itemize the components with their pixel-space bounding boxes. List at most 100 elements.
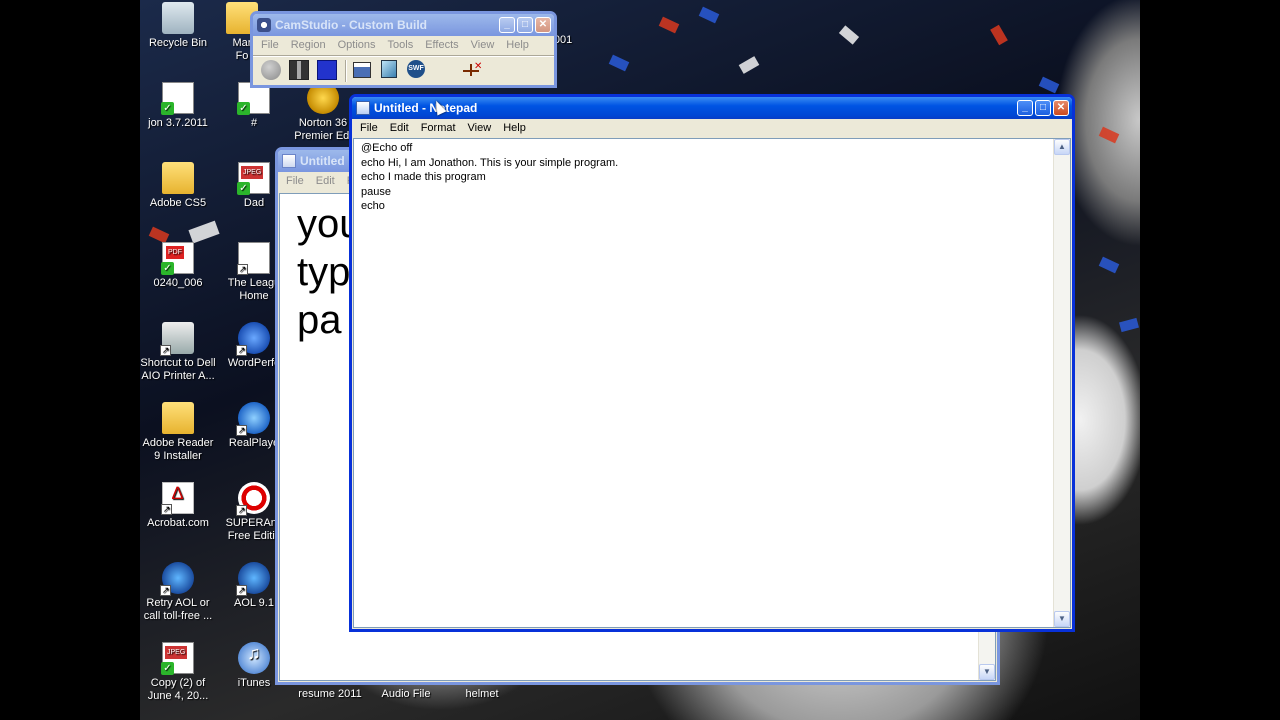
document-icon: ✓ [161,82,194,115]
desktop-icon-label: # [250,117,258,129]
text-line: pause [361,185,391,198]
printer-icon: ↗ [160,322,194,356]
folder-icon [162,162,194,194]
desktop-icon-norton[interactable]: Norton 36 Premier Edi [290,82,356,143]
recycle-bin-icon [162,2,194,34]
desktop-icon-dell-printer[interactable]: ↗ Shortcut to Dell AIO Printer A... [140,322,220,383]
notepad-window[interactable]: Untitled - Notepad _ □ ✕ File Edit Forma… [349,94,1075,632]
menu-help[interactable]: Help [497,119,532,138]
menu-file[interactable]: File [354,119,384,138]
scroll-down-icon[interactable]: ▼ [1054,611,1070,627]
menu-edit[interactable]: Edit [384,119,415,138]
confetti [148,226,170,244]
desktop-icon-audio-file[interactable]: Audio File [364,688,448,701]
menu-region[interactable]: Region [285,36,332,55]
camstudio-titlebar[interactable]: CamStudio - Custom Build _ □ ✕ [253,14,554,36]
maximize-icon[interactable]: □ [1035,100,1051,116]
desktop-icon-label: Recycle Bin [148,37,208,49]
desktop-icon-retry-aol[interactable]: ↗ Retry AOL or call toll-free ... [140,562,220,623]
acrobat-icon: ↗ [161,482,194,515]
notepad-titlebar[interactable]: Untitled - Notepad _ □ ✕ [352,97,1072,119]
confetti [1038,76,1060,94]
record-icon[interactable] [261,60,283,82]
desktop-icon-adobe-cs5[interactable]: Adobe CS5 [140,162,220,210]
camstudio-icon [257,18,271,32]
minimize-icon[interactable]: _ [499,17,515,33]
confetti [738,56,760,74]
notepad-content: @Echo off echo Hi, I am Jonathon. This i… [361,141,618,214]
jpeg-icon: ✓ [237,162,270,195]
menu-edit[interactable]: Edit [310,172,341,191]
aol-icon: ↗ [236,562,270,596]
region-icon[interactable] [353,60,375,82]
desktop-icon-acrobat[interactable]: ↗ Acrobat.com [140,482,220,530]
desktop-icon-label: Audio File [381,688,431,700]
desktop-icon-label: Acrobat.com [147,517,209,529]
stop-icon[interactable] [317,60,339,82]
notepad-text-area[interactable]: @Echo off echo Hi, I am Jonathon. This i… [353,138,1071,628]
desktop-icon-helmet[interactable]: helmet [440,688,524,701]
menu-view[interactable]: View [462,119,498,138]
confetti [658,16,680,34]
confetti [1119,317,1139,333]
menu-tools[interactable]: Tools [382,36,420,55]
window-title: Untitled - Notepad [374,101,478,115]
desktop-icon-label: helmet [465,688,499,700]
close-icon[interactable]: ✕ [1053,100,1069,116]
document-icon: ↗ [237,242,270,275]
confetti [838,25,860,45]
camstudio-window[interactable]: CamStudio - Custom Build _ □ ✕ File Regi… [250,11,557,88]
confetti [1098,256,1120,274]
notepad-menubar: File Edit Format View Help [352,119,1072,138]
annotation-icon[interactable] [381,60,403,82]
confetti [608,54,630,72]
vertical-scrollbar[interactable]: ▲ ▼ [1053,139,1070,627]
menu-effects[interactable]: Effects [419,36,464,55]
desktop-icon-label: 0240_006 [153,277,203,289]
confetti [1098,126,1120,144]
pdf-icon: ✓ [161,242,194,275]
notepad-icon [356,101,370,115]
text-line: @Echo off [361,142,413,154]
desktop-icon-resume[interactable]: resume 2011 [288,688,372,701]
menu-file[interactable]: File [255,36,285,55]
desktop-icon-copy-june[interactable]: ✓ Copy (2) of June 4, 20... [140,642,220,703]
swf-icon[interactable]: SWF [407,60,429,82]
menu-options[interactable]: Options [332,36,382,55]
text-line: echo I made this program [361,171,486,184]
desktop-icon-recycle-bin[interactable]: Recycle Bin [140,2,220,50]
desktop-icon-hash[interactable]: ✓ # [212,82,296,130]
notepad-icon [282,154,296,168]
menu-view[interactable]: View [465,36,501,55]
menu-help[interactable]: Help [500,36,535,55]
desktop-icon-0240-006[interactable]: ✓ 0240_006 [140,242,220,290]
maximize-icon[interactable]: □ [517,17,533,33]
desktop-icon-label: Norton 36 Premier Edi [294,117,352,142]
menu-format[interactable]: Format [415,119,462,138]
window-title: Untitled [300,154,345,168]
settings-icon[interactable]: ✕ [461,60,483,82]
text-line: echo Hi, I am Jonathon. This is your sim… [361,156,619,169]
scroll-down-icon[interactable]: ▼ [979,664,995,680]
desktop-icon-label: Copy (2) of June 4, 20... [147,677,209,702]
window-title: CamStudio - Custom Build [275,18,427,32]
wordperfect-icon: ↗ [236,322,270,356]
aol-icon: ↗ [160,562,194,596]
itunes-icon [238,642,270,674]
scroll-up-icon[interactable]: ▲ [1054,139,1070,155]
realplayer-icon: ↗ [236,402,270,436]
desktop-icon-label: resume 2011 [298,688,362,700]
camstudio-menubar: File Region Options Tools Effects View H… [253,36,554,55]
close-icon[interactable]: ✕ [535,17,551,33]
jpeg-icon: ✓ [161,642,194,675]
text-line: echo [361,200,385,213]
desktop-icon-jon-doc[interactable]: ✓ jon 3.7.2011 [140,82,220,130]
desktop-icon-label: Retry AOL or call toll-free ... [143,597,213,622]
confetti [188,220,220,244]
desktop-icon-label: Adobe Reader 9 Installer [142,437,214,462]
menu-file[interactable]: File [280,172,310,191]
desktop-icon-adobe-reader[interactable]: Adobe Reader 9 Installer [140,402,220,463]
minimize-icon[interactable]: _ [1017,100,1033,116]
pause-icon[interactable] [289,60,311,82]
folder-icon [162,402,194,434]
